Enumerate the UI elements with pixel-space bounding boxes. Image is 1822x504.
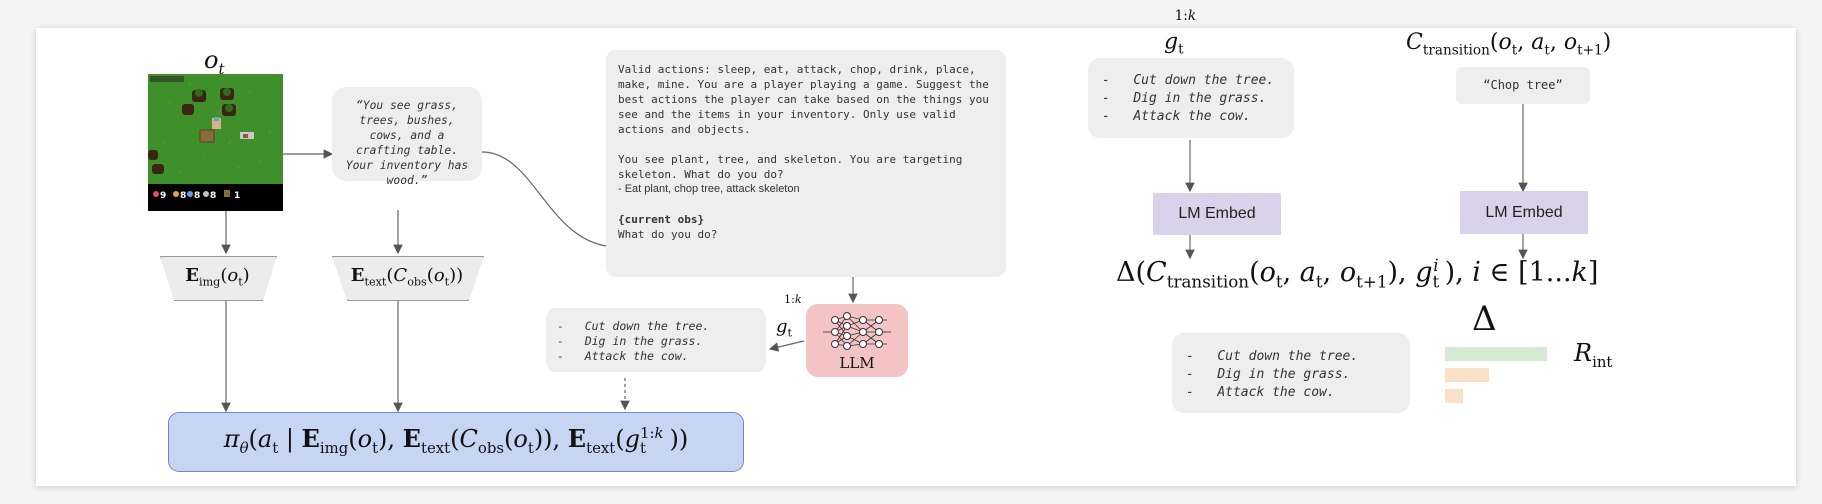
lm-embed-right: LM Embed xyxy=(1460,191,1588,234)
hud-drink: 8 xyxy=(194,191,200,201)
delta-symbol: Δ xyxy=(1472,299,1497,339)
arrow-llm-to-goals xyxy=(768,340,805,352)
prompt-example-answer: - Eat plant, chop tree, attack skeleton xyxy=(618,183,800,195)
caption-box: “You see grass, trees, bushes, cows, and… xyxy=(332,87,482,187)
reward-bar xyxy=(1445,368,1489,382)
game-frame: 9 8 8 8 1 xyxy=(148,74,283,211)
hud-wood: 1 xyxy=(234,191,240,201)
reward-label: Rint xyxy=(1574,339,1613,371)
policy-label: πθ(at | Eimg(ot), Etext(Cobs(ot)), Etext… xyxy=(223,424,689,457)
llm-label: LLM xyxy=(839,354,875,372)
transition-title: Ctransition(ot, at, ot+1) xyxy=(1406,30,1612,59)
game-frame-image: 9 8 8 8 1 xyxy=(148,74,283,211)
prompt-example-obs: You see plant, tree, and skeleton. You a… xyxy=(618,153,963,181)
caption-text: “You see grass, trees, bushes, cows, and… xyxy=(345,99,469,187)
similarity-expression: Δ(Ctransition(ot, at, ot+1), gti), i ∈ [… xyxy=(1116,255,1599,292)
reward-goal-item: - Attack the cow. xyxy=(1186,385,1335,400)
reward-bar xyxy=(1445,389,1463,403)
arrow-caption-to-prompt xyxy=(481,151,620,252)
hud-food: 8 xyxy=(180,191,186,201)
right-goal-item: - Cut down the tree. xyxy=(1102,73,1275,88)
reward-goals-box: - Cut down the tree. - Dig in the grass.… xyxy=(1172,333,1410,413)
right-goal-item: - Attack the cow. xyxy=(1102,109,1251,124)
transition-caption-box: “Chop tree” xyxy=(1456,67,1590,104)
transition-caption: “Chop tree” xyxy=(1483,78,1563,92)
reward-bars xyxy=(1445,347,1565,407)
goals-box: - Cut down the tree. - Dig in the grass.… xyxy=(546,308,766,372)
right-goals-title: gt1:k xyxy=(1164,8,1197,58)
neural-network-icon xyxy=(823,312,891,350)
llm-output-label: gt1:k xyxy=(776,293,802,340)
llm-block: LLM xyxy=(806,304,908,377)
prompt-intro: Valid actions: sleep, eat, attack, chop,… xyxy=(618,63,989,136)
prompt-current-obs: {current obs} xyxy=(618,213,705,226)
diagram-canvas: ot 9 8 8 8 1 “You see grass, trees, bush… xyxy=(36,8,1796,486)
right-goal-item: - Dig in the grass. xyxy=(1102,91,1267,106)
img-encoder-label: Eimg(ot) xyxy=(185,265,250,289)
llm-prompt-box: Valid actions: sleep, eat, attack, chop,… xyxy=(606,50,1006,277)
reward-goal-item: - Dig in the grass. xyxy=(1186,367,1351,382)
prompt-question: What do you do? xyxy=(618,228,718,241)
lm-embed-left: LM Embed xyxy=(1153,193,1281,235)
reward-bar xyxy=(1445,347,1547,361)
policy-box: πθ(at | Eimg(ot), Etext(Cobs(ot)), Etext… xyxy=(168,412,744,472)
hud-energy: 8 xyxy=(210,191,216,201)
reward-goal-item: - Cut down the tree. xyxy=(1186,349,1359,364)
goal-item: - Dig in the grass. xyxy=(557,334,703,348)
goal-item: - Attack the cow. xyxy=(557,349,689,363)
goal-item: - Cut down the tree. xyxy=(557,319,710,333)
text-encoder-label: Etext(Cobs(ot)) xyxy=(350,265,464,289)
hud-health: 9 xyxy=(160,191,166,201)
right-goals-box: - Cut down the tree. - Dig in the grass.… xyxy=(1088,58,1294,138)
